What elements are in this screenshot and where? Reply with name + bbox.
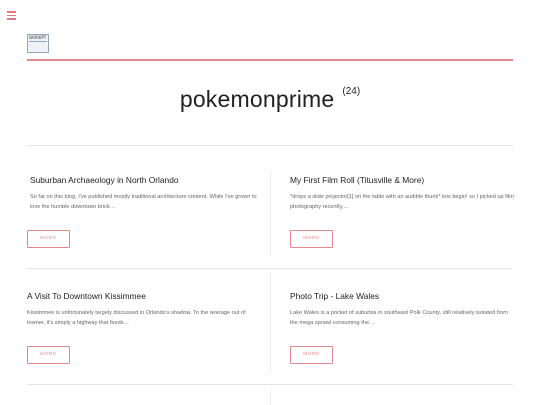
post-title[interactable]: A Visit To Downtown Kissimmee xyxy=(27,291,257,301)
more-button[interactable]: MORE xyxy=(27,230,70,248)
column-divider xyxy=(270,390,271,405)
post-title[interactable]: Suburban Archaeology in North Orlando xyxy=(30,175,260,185)
post-card: A Visit To Downtown Kissimmee Kissimmee … xyxy=(27,291,257,328)
logo-rule xyxy=(29,41,47,42)
more-button[interactable]: MORE xyxy=(290,346,333,364)
post-title[interactable]: My First Film Roll (Titusville & More) xyxy=(290,175,516,185)
post-card: Suburban Archaeology in North Orlando So… xyxy=(30,175,260,212)
post-excerpt: Lake Wales is a pocket of suburbia in so… xyxy=(290,310,508,326)
profile-header: pokemonprime (24) xyxy=(0,86,540,113)
post-excerpt: Kissimmee is unfortunately largely discu… xyxy=(27,310,246,326)
column-divider xyxy=(270,272,271,372)
post-title[interactable]: Photo Trip - Lake Wales xyxy=(290,291,516,301)
more-button[interactable]: MORE xyxy=(290,230,333,248)
site-logo[interactable]: WORKPT xyxy=(27,34,49,53)
post-count: (24) xyxy=(342,86,361,97)
header-accent-rule xyxy=(27,59,513,61)
hamburger-menu-icon[interactable] xyxy=(7,11,16,20)
row-divider xyxy=(27,268,513,269)
section-divider xyxy=(27,145,513,146)
post-card: My First Film Roll (Titusville & More) *… xyxy=(290,175,516,212)
page-title: pokemonprime xyxy=(179,86,335,112)
post-excerpt: *drops a slide projector[1] on the table… xyxy=(290,194,514,210)
row-divider xyxy=(27,384,513,385)
post-excerpt: So far on this blog, I've published most… xyxy=(30,194,257,210)
more-button[interactable]: MORE xyxy=(27,346,70,364)
logo-text: WORKPT xyxy=(29,35,47,40)
post-card: Photo Trip - Lake Wales Lake Wales is a … xyxy=(290,291,516,328)
column-divider xyxy=(270,171,271,257)
